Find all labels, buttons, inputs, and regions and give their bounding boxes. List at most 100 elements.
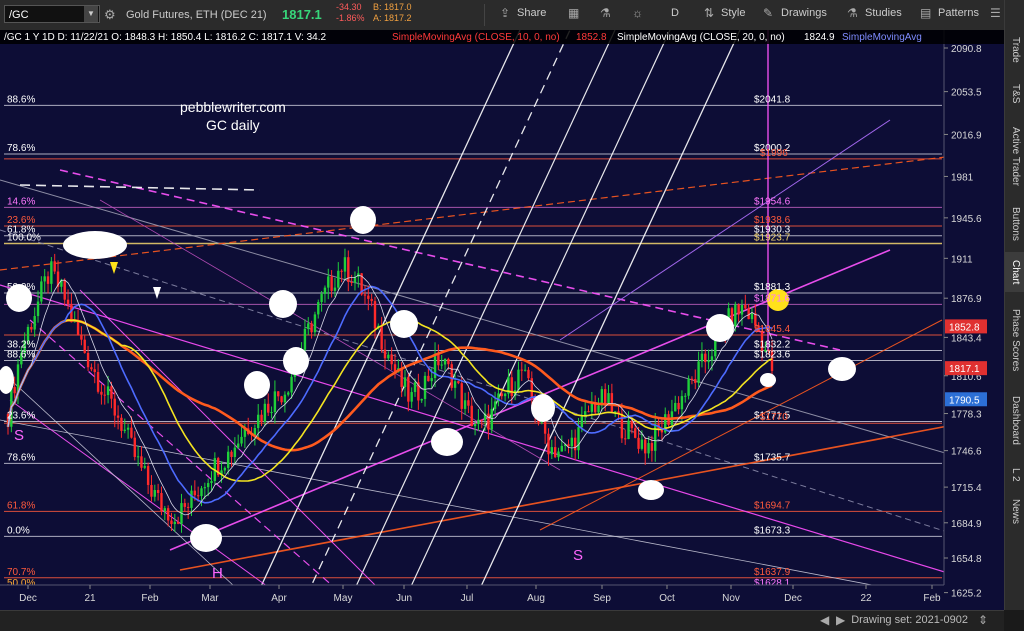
fib-percent-label: 78.6% xyxy=(7,452,35,463)
candle-body xyxy=(237,443,240,448)
candle-body xyxy=(63,279,66,300)
level-price-label: $1770 xyxy=(760,412,788,423)
price-tick-label: 1945.6 xyxy=(951,214,982,225)
candle-body xyxy=(700,353,704,362)
style-icon[interactable]: ⇅ xyxy=(704,6,714,20)
sidebar-tab-news[interactable]: News xyxy=(1005,495,1024,529)
sidebar-tab-dashboard[interactable]: Dashboard xyxy=(1005,390,1024,450)
candle-body xyxy=(710,356,714,361)
ask-value: A: 1817.2 xyxy=(373,13,412,23)
candle-body xyxy=(210,481,213,484)
candle-body xyxy=(136,456,140,458)
candle-body xyxy=(160,493,163,512)
candle-body xyxy=(273,391,277,413)
grid-icon[interactable]: ▦ xyxy=(568,6,579,20)
candle-body xyxy=(677,402,680,410)
level-price-label: $1637.9 xyxy=(754,567,791,578)
sidebar-tab-l-2[interactable]: L 2 xyxy=(1005,460,1024,490)
net-change: -34.30 -1.86% xyxy=(336,2,365,24)
fib-percent-label: 14.6% xyxy=(7,196,35,207)
studies-icon[interactable]: ⚗ xyxy=(847,6,858,20)
candle-body xyxy=(116,415,120,418)
candle-body xyxy=(110,386,113,399)
candle-body xyxy=(53,261,56,272)
time-tick-label: Apr xyxy=(271,593,287,604)
sma20-value: 1824.9 xyxy=(804,32,835,43)
candle-body xyxy=(173,521,177,525)
sun-icon[interactable]: ☼ xyxy=(632,6,643,20)
candle-body xyxy=(407,377,410,402)
moving-averages xyxy=(6,274,773,516)
share-icon[interactable]: ⇪ xyxy=(500,6,510,20)
scroll-icon[interactable]: ⇕ xyxy=(978,613,988,627)
sidebar-tab-buttons[interactable]: Buttons xyxy=(1005,200,1024,248)
share-button[interactable]: Share xyxy=(517,7,546,19)
net-change-value: -34.30 xyxy=(336,2,362,12)
drawings-button[interactable]: Drawings xyxy=(781,7,827,19)
sidebar-tab-chart[interactable]: Chart xyxy=(1005,252,1024,292)
sma-fast-line xyxy=(7,274,773,516)
period-button[interactable]: D xyxy=(671,7,679,19)
candle-body xyxy=(597,405,600,413)
level-price-label: $1954.6 xyxy=(754,196,791,207)
candle-body xyxy=(674,402,677,412)
candle-body xyxy=(317,302,320,315)
candle-body xyxy=(750,313,754,320)
candle-body xyxy=(450,364,453,388)
drawings-icon[interactable]: ✎ xyxy=(763,6,773,20)
trendline xyxy=(0,149,1004,271)
chart-letter-h: H xyxy=(212,565,223,582)
sidebar-tab-trade[interactable]: Trade xyxy=(1005,30,1024,70)
style-button[interactable]: Style xyxy=(721,7,745,19)
candle-body xyxy=(630,420,634,429)
chart-area[interactable]: $2041.8 $2000.2 $1996 $1954.6 $1938.6 $1930.3… xyxy=(0,30,1004,610)
candle-body xyxy=(106,386,110,396)
fib-percent-label: 78.6% xyxy=(7,143,35,154)
time-tick-label: Aug xyxy=(527,593,545,604)
price-tick-label: 1876.9 xyxy=(951,294,982,305)
sma10-label: SimpleMovingAvg (CLOSE, 10, 0, no) xyxy=(392,32,560,43)
fib-percent-label: 0.0% xyxy=(7,525,30,536)
candle-body xyxy=(80,335,83,340)
candle-body xyxy=(113,398,116,416)
sidebar-tab-phase-scores[interactable]: Phase Scores xyxy=(1005,300,1024,380)
candle-body xyxy=(500,393,503,397)
candle-body xyxy=(697,361,700,383)
price-badge-label: 1852.8 xyxy=(949,322,980,333)
studies-button[interactable]: Studies xyxy=(865,7,902,19)
toolbar-divider xyxy=(484,4,485,26)
patterns-button[interactable]: Patterns xyxy=(938,7,979,19)
flask-icon[interactable]: ⚗ xyxy=(600,6,611,20)
patterns-icon[interactable]: ▤ xyxy=(920,6,931,20)
candle-body xyxy=(287,392,290,395)
sidebar-tab-active-trader[interactable]: Active Trader xyxy=(1005,118,1024,194)
watermark-line1: pebblewriter.com xyxy=(180,99,286,115)
candle-body xyxy=(50,261,53,284)
candle-body xyxy=(430,378,433,382)
candle-body xyxy=(33,316,36,330)
price-chart[interactable]: $2041.8$2000.2$1996$1954.6$1938.6$1930.3… xyxy=(0,30,1004,610)
symbol-dropdown-icon[interactable]: ▼ xyxy=(84,6,98,22)
candle-body xyxy=(510,377,513,396)
scroll-left-icon[interactable]: ◀ xyxy=(820,613,829,627)
chart-letter-s-left: S xyxy=(14,427,24,444)
candle-body xyxy=(283,394,287,403)
sidebar-tab-t-s[interactable]: T&S xyxy=(1005,75,1024,113)
candle-body xyxy=(203,487,207,489)
candle-body xyxy=(320,293,323,303)
menu-icon[interactable]: ☰ xyxy=(990,6,1001,20)
scroll-right-icon[interactable]: ▶ xyxy=(836,613,845,627)
candle-body xyxy=(200,488,203,497)
price-tick-label: 1911 xyxy=(951,254,973,265)
candle-body xyxy=(734,304,737,327)
candle-body xyxy=(644,439,647,454)
candle-body xyxy=(186,506,190,508)
level-price-label: $1694.7 xyxy=(754,500,791,511)
candle-body xyxy=(307,323,310,329)
time-tick-label: Oct xyxy=(659,593,675,604)
time-tick-label: Dec xyxy=(784,593,802,604)
candle-body xyxy=(206,483,210,488)
settings-gear-icon[interactable]: ⚙ xyxy=(104,7,116,23)
candle-body xyxy=(447,358,450,365)
candle-body xyxy=(603,389,607,404)
